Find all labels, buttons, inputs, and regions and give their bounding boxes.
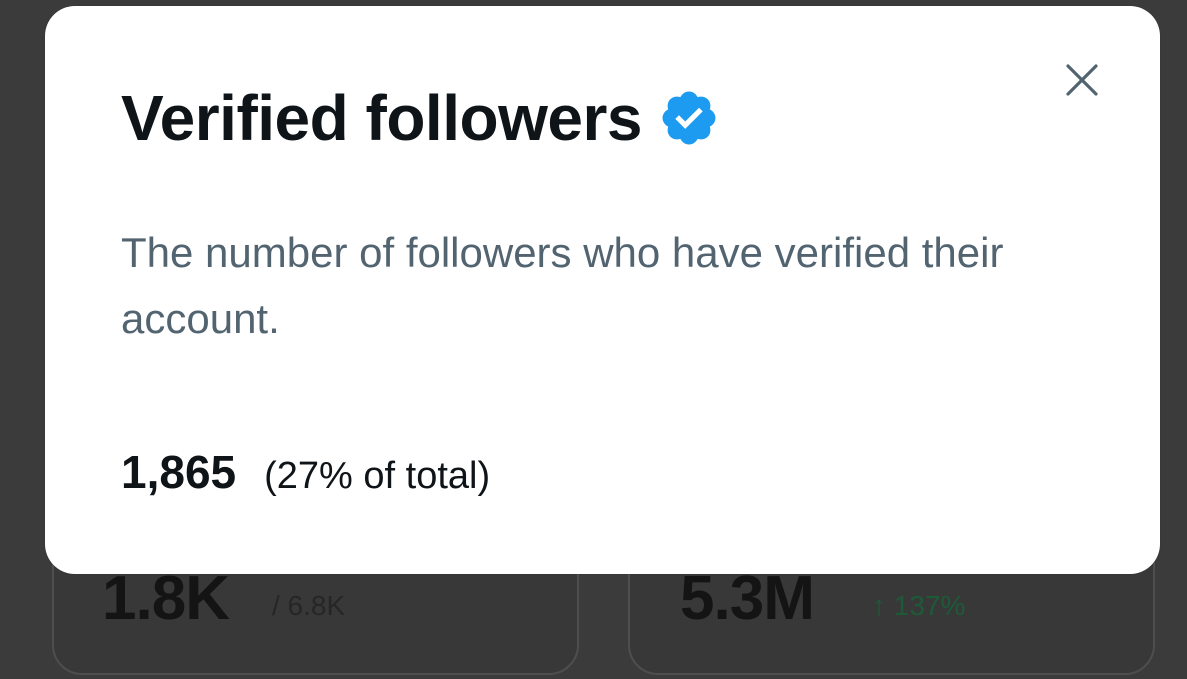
- close-button[interactable]: [1062, 60, 1102, 100]
- impressions-count: 5.3M: [680, 564, 815, 633]
- analytics-page: 1.8K / 6.8K 5.3M ↑ 137% Verified followe…: [0, 0, 1187, 679]
- verified-badge-icon: [658, 87, 720, 149]
- impressions-change: ↑ 137%: [872, 590, 966, 621]
- verified-followers-count: 1,865: [121, 446, 237, 498]
- modal-title: Verified followers: [121, 82, 642, 154]
- followers-total: / 6.8K: [272, 590, 346, 621]
- modal-header: Verified followers: [121, 86, 720, 150]
- modal-description: The number of followers who have verifie…: [121, 229, 1004, 342]
- close-icon: [1066, 64, 1098, 96]
- verified-followers-modal: Verified followers The number of followe…: [45, 6, 1160, 574]
- followers-count: 1.8K: [102, 564, 230, 633]
- verified-followers-stat: 1,865 (27% of total): [121, 449, 490, 495]
- verified-followers-percentage: (27% of total): [264, 455, 491, 497]
